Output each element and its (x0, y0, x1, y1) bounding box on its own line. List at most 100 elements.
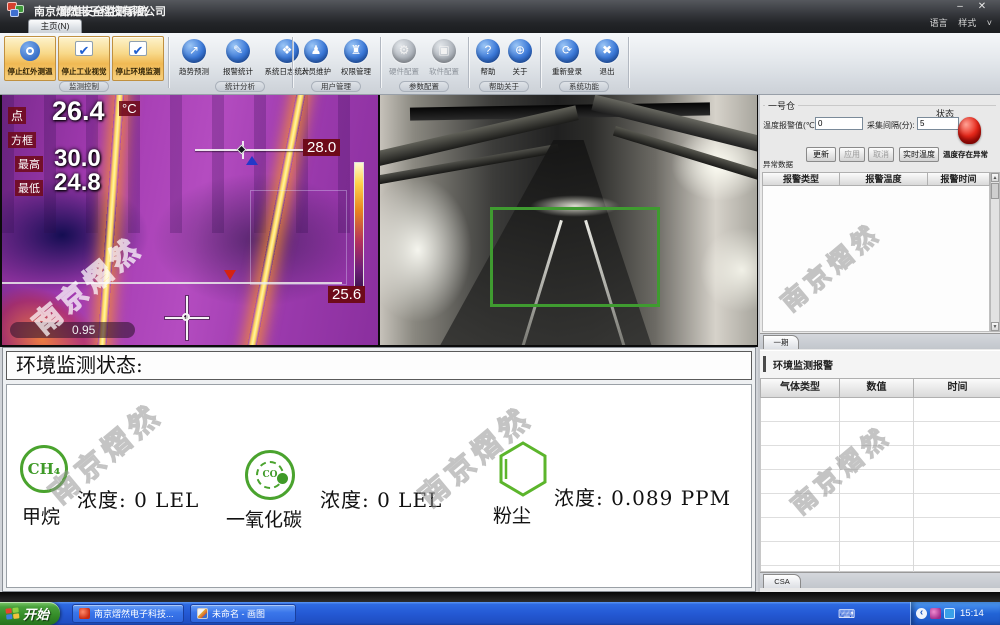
personnel-maintain-button[interactable]: ♟ 人员维护 (296, 39, 336, 77)
stop-industrial-vision-button[interactable]: ✔ 停止工业视觉 (58, 36, 110, 81)
desktop-strip (0, 592, 1000, 602)
menu-style[interactable]: 样式 (958, 18, 976, 28)
lock-icon: ♜ (344, 39, 368, 63)
tray-chevron-icon[interactable]: ‹ (916, 608, 927, 619)
hardware-config-button[interactable]: ⚙ 硬件配置 (384, 39, 424, 77)
user-icon: ♟ (304, 39, 328, 63)
tray-icon-1[interactable] (930, 608, 941, 619)
alarm-col-type[interactable]: 报警类型 (762, 172, 840, 186)
button-label: 停止红外测温 (8, 66, 53, 77)
env-alarm-title: 环境监测报警 (773, 357, 833, 372)
window-menus: 语言 样式 ˅ (922, 16, 992, 29)
globe-icon: ⊕ (508, 39, 532, 63)
tray-icon-2[interactable] (944, 608, 955, 619)
group-label-help-about: 帮助关于 (479, 81, 529, 92)
stop-env-monitor-button[interactable]: ✔ 停止环境监测 (112, 36, 164, 81)
env-status-body: CH₄ 甲烷 浓度: 0 LEL CO 一氧化碳 浓度: 0 LEL 粉尘 浓度… (6, 384, 752, 588)
taskbar-item-paint[interactable]: 未命名 - 画图 (190, 604, 296, 623)
alarm-lamp-icon (958, 117, 981, 144)
interval-input[interactable] (917, 117, 959, 130)
app-window: 南京熠然电子科技有限公司廊道安全监测系统 – ✕ 语言 样式 ˅ 主页(N) 停… (0, 0, 1000, 625)
dust-icon (497, 440, 549, 498)
carbon-monoxide-icon: CO (245, 450, 295, 500)
gas-name-co: 一氧化碳 (226, 505, 302, 532)
menu-language[interactable]: 语言 (930, 18, 948, 28)
temperature-unit: °C (119, 101, 140, 116)
alarm-stats-button[interactable]: ✎ 报警统计 (216, 39, 260, 77)
apply-button[interactable]: 应用 (839, 147, 865, 162)
cancel-button[interactable]: 取消 (868, 147, 894, 162)
tab-home[interactable]: 主页(N) (28, 19, 82, 33)
temp-alarm-input[interactable] (815, 117, 863, 130)
relogin-icon: ⟳ (555, 39, 579, 63)
alarm-col-temp[interactable]: 报警温度 (840, 172, 928, 186)
software-config-button[interactable]: ▣ 软件配置 (424, 39, 464, 77)
exit-icon: ✖ (595, 39, 619, 63)
alarm-col-time[interactable]: 报警时间 (928, 172, 990, 186)
env-status-panel: 环境监测状态: CH₄ 甲烷 浓度: 0 LEL CO 一氧化碳 浓度: 0 L… (2, 347, 756, 592)
thermal-color-scale (354, 162, 364, 300)
env-status-title: 环境监测状态: (6, 351, 752, 380)
box-label: 方框 (8, 132, 36, 148)
alarm-table-scrollbar[interactable]: ▲ ▼ (990, 172, 1000, 332)
env-alarm-table-body[interactable] (760, 398, 1000, 572)
infrared-stop-icon (20, 41, 40, 61)
app-task-icon (79, 608, 90, 619)
group-label-user-manage: 用户管理 (311, 81, 361, 92)
scrollbar-thumb[interactable] (991, 183, 999, 199)
dust-reading: 浓度: 0.089 PPM (554, 482, 731, 511)
company-name: 南京熠然电子科技有限公司 (34, 3, 166, 19)
env-col-time[interactable]: 时间 (914, 378, 1000, 398)
minimize-button[interactable]: – (952, 1, 968, 14)
tab-csa[interactable]: CSA (763, 574, 801, 588)
tray-clock[interactable]: 15:14 (960, 608, 984, 619)
question-icon: ? (476, 39, 500, 63)
abnormal-data-label: 异常数据 (763, 159, 793, 170)
env-alarm-table-header: 气体类型 数值 时间 (760, 378, 1000, 398)
keyboard-icon[interactable]: ⌨ (838, 609, 855, 619)
about-button[interactable]: ⊕ 关于 (504, 39, 536, 77)
hot-spot-marker (224, 270, 236, 280)
industrial-camera-view[interactable]: 南京熠然 (380, 95, 757, 345)
start-button[interactable]: 开始 (0, 602, 60, 625)
point-temperature: 26.4 (52, 96, 105, 127)
button-label: 停止工业视觉 (62, 66, 107, 77)
relogin-button[interactable]: ⟳ 重新登录 (544, 39, 590, 77)
help-button[interactable]: ? 帮助 (472, 39, 504, 77)
checkbox-icon: ✔ (129, 41, 147, 56)
close-button[interactable]: ✕ (974, 1, 990, 14)
scroll-down-icon[interactable]: ▼ (991, 322, 999, 331)
windows-logo-icon (5, 607, 19, 620)
co-reading: 浓度: 0 LEL (320, 484, 442, 513)
gas-name-methane: 甲烷 (22, 502, 60, 529)
thermal-camera-view[interactable]: 点 26.4 °C 方框 最高 30.0 最低 24.8 28.0 25.6 0… (2, 95, 378, 345)
alarm-table: 报警类型 报警温度 报警时间 ▲ ▼ 南京熠然 (762, 172, 1000, 332)
scale-min-value: 25.6 (328, 286, 365, 303)
detection-region-box (490, 207, 660, 307)
emissivity-value: 0.95 (10, 322, 135, 338)
exit-button[interactable]: ✖ 退出 (590, 39, 624, 77)
permission-manage-button[interactable]: ♜ 权限管理 (336, 39, 376, 77)
title-bar: 南京熠然电子科技有限公司廊道安全监测系统 – ✕ 语言 样式 ˅ 主页(N) (0, 0, 1000, 33)
trend-icon: ↗ (182, 39, 206, 63)
realtime-temp-button[interactable]: 实时温度 (899, 147, 939, 162)
env-col-gas-type[interactable]: 气体类型 (760, 378, 840, 398)
ribbon-toolbar: 停止红外测温 ✔ 停止工业视觉 ✔ 停止环境监测 监测控制 ↗ 趋势预测 ✎ 报… (0, 33, 1000, 95)
gas-name-dust: 粉尘 (493, 501, 531, 528)
scale-max-value: 28.0 (303, 139, 340, 156)
env-col-value[interactable]: 数值 (840, 378, 914, 398)
alarm-table-body[interactable] (762, 186, 990, 332)
methane-icon: CH₄ (20, 445, 68, 493)
point-label: 点 (8, 107, 26, 124)
min-label: 最低 (15, 180, 43, 196)
stop-infrared-button[interactable]: 停止红外测温 (4, 36, 56, 81)
paint-icon (197, 608, 208, 619)
chevron-down-icon[interactable]: ˅ (987, 18, 992, 28)
taskbar-item-app[interactable]: 南京熠然电子科技... (72, 604, 184, 623)
trend-predict-button[interactable]: ↗ 趋势预测 (172, 39, 216, 77)
tab-phase-one[interactable]: 一期 (763, 335, 799, 349)
update-button[interactable]: 更新 (806, 147, 836, 162)
right-panel: 一号仓 状态 温度报警值(℃): 采集间隔(分): 更新 应用 取消 实时温度 … (758, 95, 1000, 592)
scroll-up-icon[interactable]: ▲ (991, 173, 999, 182)
app-logo-icon (7, 2, 24, 17)
